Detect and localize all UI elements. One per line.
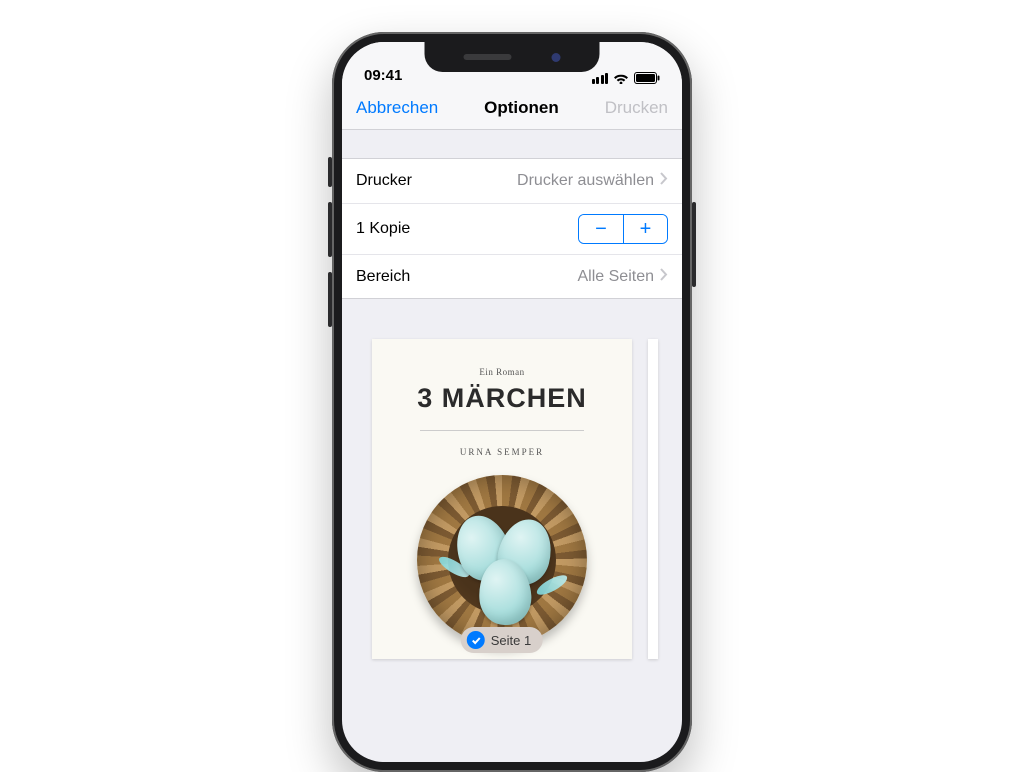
- clock: 09:41: [364, 67, 402, 84]
- stepper-minus-button[interactable]: −: [579, 215, 623, 243]
- range-row[interactable]: Bereich Alle Seiten: [342, 254, 682, 298]
- printer-value: Drucker auswählen: [517, 172, 668, 190]
- doc-subtitle: Ein Roman: [390, 367, 614, 377]
- printer-row[interactable]: Drucker Drucker auswählen: [342, 159, 682, 203]
- copies-row: 1 Kopie − +: [342, 203, 682, 254]
- iphone-frame: 09:41 Abbrechen Optionen Drucken: [332, 32, 692, 772]
- range-label: Bereich: [356, 268, 410, 286]
- cover-illustration: [390, 475, 614, 645]
- range-value: Alle Seiten: [578, 268, 669, 286]
- nav-title: Optionen: [484, 98, 559, 118]
- print-options-list: Drucker Drucker auswählen 1 Kopie − + Be…: [342, 158, 682, 299]
- chevron-right-icon: [660, 172, 668, 190]
- divider: [420, 430, 584, 431]
- page-preview-scroll[interactable]: Ein Roman 3 MÄRCHEN URNA SEMPER: [342, 299, 682, 659]
- doc-title: 3 MÄRCHEN: [390, 383, 614, 414]
- speaker-grille: [464, 54, 512, 60]
- wifi-icon: [613, 72, 629, 84]
- nav-bar: Abbrechen Optionen Drucken: [342, 86, 682, 130]
- checkmark-icon: [467, 631, 485, 649]
- page-thumb-1[interactable]: Ein Roman 3 MÄRCHEN URNA SEMPER: [372, 339, 632, 659]
- screen: 09:41 Abbrechen Optionen Drucken: [342, 42, 682, 762]
- copies-stepper: − +: [578, 214, 668, 244]
- copies-label: 1 Kopie: [356, 220, 410, 238]
- page-selected-badge[interactable]: Seite 1: [461, 627, 543, 653]
- notch: [425, 42, 600, 72]
- print-button[interactable]: Drucken: [605, 98, 668, 118]
- side-button: [692, 202, 696, 287]
- cellular-icon: [592, 73, 609, 84]
- side-button: [328, 157, 332, 187]
- printer-label: Drucker: [356, 172, 412, 190]
- page-thumb-2-peek[interactable]: [648, 339, 658, 659]
- front-camera: [552, 53, 561, 62]
- cancel-button[interactable]: Abbrechen: [356, 98, 438, 118]
- stepper-plus-button[interactable]: +: [623, 215, 667, 243]
- side-button: [328, 272, 332, 327]
- status-indicators: [592, 72, 661, 84]
- side-button: [328, 202, 332, 257]
- chevron-right-icon: [660, 268, 668, 286]
- page-tag-label: Seite 1: [491, 633, 531, 648]
- doc-author: URNA SEMPER: [390, 447, 614, 457]
- battery-icon: [634, 72, 660, 84]
